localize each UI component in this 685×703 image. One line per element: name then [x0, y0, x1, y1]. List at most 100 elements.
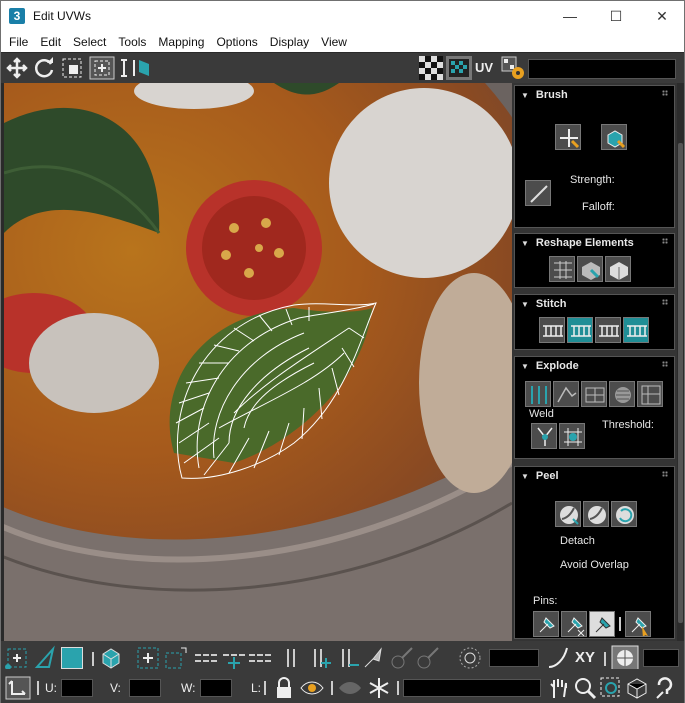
loop-grow-icon[interactable]	[221, 645, 247, 669]
pan-icon[interactable]	[547, 676, 571, 700]
map-settings-icon[interactable]	[501, 56, 525, 80]
brush-relax-button[interactable]	[601, 124, 627, 150]
panel-scrollbar[interactable]	[677, 83, 684, 641]
show-icon[interactable]	[337, 676, 363, 700]
pin-auto-button[interactable]	[589, 611, 615, 637]
paint-shrink-icon[interactable]	[415, 645, 441, 669]
render-size-field[interactable]	[643, 649, 679, 667]
uv-label[interactable]: UV	[475, 56, 499, 80]
mirror-icon[interactable]	[119, 56, 129, 80]
flatten-by-smoothing-button[interactable]	[637, 381, 663, 407]
element-select-icon[interactable]	[99, 645, 123, 669]
zoom-region-icon[interactable]	[599, 676, 623, 700]
app-icon: 3	[9, 8, 25, 24]
point-to-point-icon[interactable]	[335, 645, 361, 669]
pin-remove-button[interactable]	[561, 611, 587, 637]
zoom-icon[interactable]	[573, 676, 597, 700]
flatten-by-polygon-button[interactable]	[581, 381, 607, 407]
freeze-icon[interactable]	[367, 676, 391, 700]
flatten-by-material-button[interactable]	[609, 381, 635, 407]
brush-header[interactable]: ▼ Brush	[515, 86, 674, 104]
paint-grow-icon[interactable]	[389, 645, 415, 669]
xy-label[interactable]: XY	[575, 649, 595, 673]
uv-viewport[interactable]	[4, 83, 512, 641]
peel-header[interactable]: ▼ Peel	[515, 467, 674, 485]
edge-select-icon[interactable]	[33, 645, 57, 669]
move-icon[interactable]	[5, 56, 29, 80]
face-select-button[interactable]	[61, 647, 83, 669]
menu-file[interactable]: File	[1, 35, 33, 49]
rotate-icon[interactable]	[33, 56, 57, 80]
render-uv-icon[interactable]	[611, 645, 639, 669]
filter-dropdown[interactable]	[403, 679, 541, 697]
w-field[interactable]	[200, 679, 232, 697]
hide-icon[interactable]	[299, 676, 325, 700]
ring-shrink-icon[interactable]	[307, 645, 333, 669]
weld-target-button[interactable]	[531, 423, 557, 449]
detach-label[interactable]: Detach	[560, 535, 595, 547]
soft-selection-icon[interactable]	[457, 645, 483, 669]
w-label: W:	[181, 681, 196, 695]
texture-dropdown[interactable]	[528, 59, 676, 79]
reshape-header[interactable]: ▼ Reshape Elements	[515, 234, 674, 252]
grow-selection-icon[interactable]	[135, 645, 161, 669]
arrange-button[interactable]	[605, 256, 631, 282]
stitch-average-button[interactable]	[595, 317, 621, 343]
brush-rollout: ▼ Brush Strength: Falloff:	[514, 85, 675, 228]
minimize-button[interactable]: —	[547, 1, 593, 31]
flip-icon[interactable]	[131, 56, 153, 80]
explode-header[interactable]: ▼ Explode	[515, 357, 674, 375]
loop-select-icon[interactable]	[193, 645, 219, 669]
help-icon[interactable]	[653, 676, 677, 700]
menu-select[interactable]: Select	[66, 35, 111, 49]
paint-select-icon[interactable]	[361, 645, 385, 669]
menu-display[interactable]: Display	[263, 35, 314, 49]
weld-selected-button[interactable]	[559, 423, 585, 449]
peel-rollout: ▼ Peel Detach Avoid Overlap Pins:	[514, 466, 675, 639]
scale-icon[interactable]	[60, 56, 84, 80]
pin-select-button[interactable]	[625, 611, 651, 637]
u-field[interactable]	[61, 679, 93, 697]
shrink-selection-icon[interactable]	[163, 645, 189, 669]
menu-view[interactable]: View	[314, 35, 352, 49]
top-toolbar: UV	[1, 53, 684, 83]
falloff-curve-icon[interactable]	[546, 645, 570, 669]
brush-size-button[interactable]	[525, 180, 551, 206]
menu-edit[interactable]: Edit	[33, 35, 66, 49]
ring-select-icon[interactable]	[247, 645, 273, 669]
pins-label: Pins:	[533, 595, 558, 607]
falloff-value-field[interactable]	[489, 649, 539, 667]
quick-peel-button[interactable]	[555, 501, 581, 527]
stitch-source-button[interactable]	[567, 317, 593, 343]
pin-add-button[interactable]	[533, 611, 559, 637]
zoom-extents-icon[interactable]	[625, 676, 649, 700]
stitch-target-button[interactable]	[623, 317, 649, 343]
checker-pattern-icon[interactable]	[419, 56, 443, 80]
detach-edge-button[interactable]	[553, 381, 579, 407]
absolute-offset-icon[interactable]	[5, 676, 31, 700]
show-map-icon[interactable]	[446, 56, 472, 80]
maximize-button[interactable]: ☐	[593, 1, 639, 31]
reset-peel-button[interactable]	[611, 501, 637, 527]
menu-options[interactable]: Options	[209, 35, 262, 49]
break-button[interactable]	[525, 381, 551, 407]
v-field[interactable]	[129, 679, 161, 697]
collapse-icon: ▼	[521, 90, 529, 100]
lock-icon[interactable]	[273, 676, 295, 700]
relax-button[interactable]	[577, 256, 603, 282]
scrollbar-thumb[interactable]	[678, 143, 683, 623]
stitch-header[interactable]: ▼ Stitch	[515, 295, 674, 313]
straighten-button[interactable]	[549, 256, 575, 282]
close-button[interactable]: ✕	[639, 1, 685, 31]
reshape-title: Reshape Elements	[535, 237, 634, 249]
avoid-overlap-label[interactable]: Avoid Overlap	[560, 559, 629, 571]
separator	[264, 681, 266, 695]
freeform-icon[interactable]	[89, 56, 115, 80]
ring-grow-icon[interactable]	[281, 645, 301, 669]
peel-mode-button[interactable]	[583, 501, 609, 527]
vertex-select-icon[interactable]	[4, 645, 30, 669]
menu-tools[interactable]: Tools	[111, 35, 151, 49]
stitch-custom-button[interactable]	[539, 317, 565, 343]
brush-move-button[interactable]	[555, 124, 581, 150]
menu-mapping[interactable]: Mapping	[151, 35, 209, 49]
